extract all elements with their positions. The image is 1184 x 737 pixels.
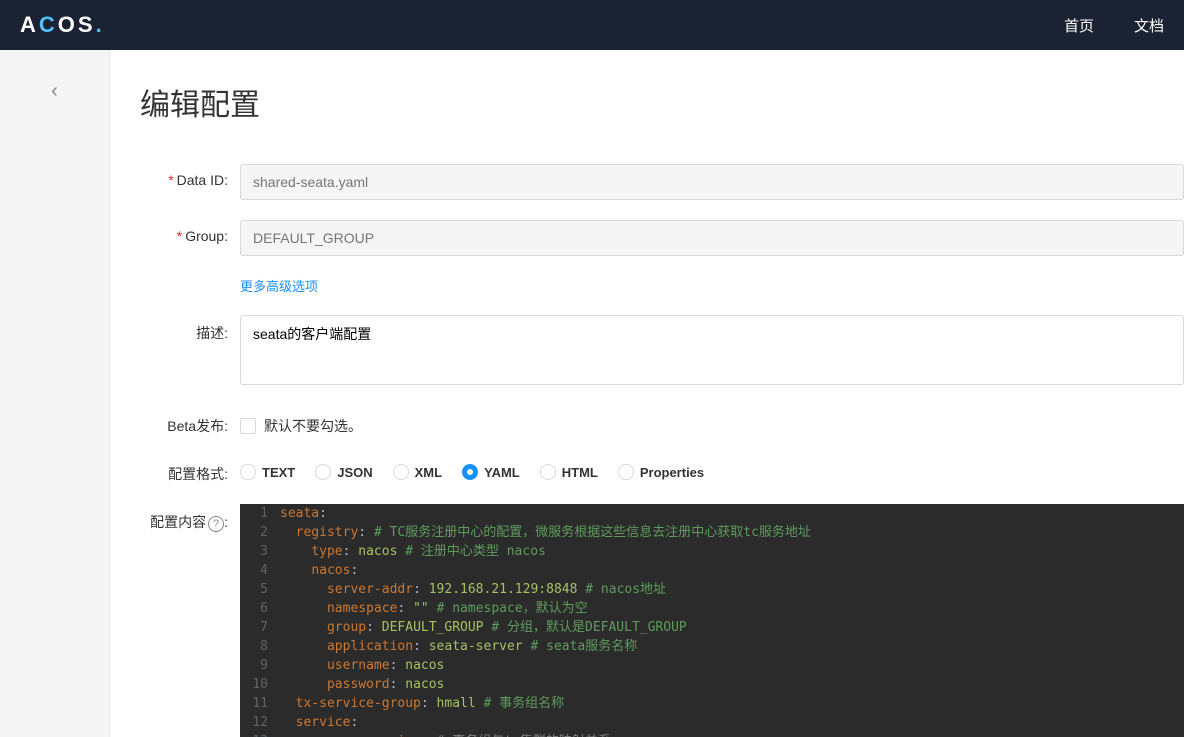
label-format: 配置格式: <box>140 456 240 484</box>
input-group[interactable] <box>240 220 1184 256</box>
line-content: vgroup-mapping: # 事务组与tc集群的映射关系 <box>280 732 1184 737</box>
logo-char: A <box>20 12 37 38</box>
sidebar-collapsed: ‹ <box>0 50 110 737</box>
code-line: 8 application: seata-server # seata服务名称 <box>240 637 1184 656</box>
nav-docs[interactable]: 文档 <box>1134 15 1164 36</box>
row-more: 更多高级选项 <box>140 276 1184 295</box>
radio-group-format: TEXT JSON XML YAML HTML Properties <box>240 456 1184 480</box>
label-description: 描述: <box>140 315 240 343</box>
radio-format-xml[interactable]: XML <box>393 464 442 480</box>
radio-label: HTML <box>562 465 598 480</box>
code-editor[interactable]: 1seata:2 registry: # TC服务注册中心的配置，微服务根据这些… <box>240 504 1184 737</box>
content-wrapper: ‹ 编辑配置 *Data ID: *Group: 更多高级选项 描述: <box>0 50 1184 737</box>
row-format: 配置格式: TEXT JSON XML YAML HTML Properties <box>140 456 1184 484</box>
line-number: 10 <box>240 675 280 694</box>
input-data-id[interactable] <box>240 164 1184 200</box>
line-content: group: DEFAULT_GROUP # 分组，默认是DEFAULT_GRO… <box>280 618 1184 637</box>
line-number: 5 <box>240 580 280 599</box>
radio-label: YAML <box>484 465 520 480</box>
code-line: 13 vgroup-mapping: # 事务组与tc集群的映射关系 <box>240 732 1184 737</box>
beta-hint: 默认不要勾选。 <box>264 416 362 436</box>
line-number: 13 <box>240 732 280 737</box>
line-content: namespace: "" # namespace，默认为空 <box>280 599 1184 618</box>
nav-links: 首页 文档 <box>1064 15 1164 36</box>
chevron-left-icon[interactable]: ‹ <box>51 80 58 103</box>
top-bar: A C O S . 首页 文档 <box>0 0 1184 50</box>
main: 编辑配置 *Data ID: *Group: 更多高级选项 描述: <box>110 50 1184 737</box>
line-content: tx-service-group: hmall # 事务组名称 <box>280 694 1184 713</box>
line-number: 12 <box>240 713 280 732</box>
code-line: 10 password: nacos <box>240 675 1184 694</box>
line-number: 8 <box>240 637 280 656</box>
radio-icon <box>240 464 256 480</box>
link-more-options[interactable]: 更多高级选项 <box>240 279 318 294</box>
radio-icon <box>393 464 409 480</box>
code-line: 2 registry: # TC服务注册中心的配置，微服务根据这些信息去注册中心… <box>240 523 1184 542</box>
line-content: seata: <box>280 504 1184 523</box>
row-beta: Beta发布: 默认不要勾选。 <box>140 408 1184 436</box>
line-number: 3 <box>240 542 280 561</box>
line-number: 11 <box>240 694 280 713</box>
radio-format-properties[interactable]: Properties <box>618 464 704 480</box>
row-group: *Group: <box>140 220 1184 256</box>
label-group: *Group: <box>140 220 240 244</box>
code-line: 9 username: nacos <box>240 656 1184 675</box>
radio-label: Properties <box>640 465 704 480</box>
code-line: 7 group: DEFAULT_GROUP # 分组，默认是DEFAULT_G… <box>240 618 1184 637</box>
radio-icon <box>618 464 634 480</box>
radio-format-json[interactable]: JSON <box>315 464 372 480</box>
radio-label: JSON <box>337 465 372 480</box>
code-line: 12 service: <box>240 713 1184 732</box>
code-line: 3 type: nacos # 注册中心类型 nacos <box>240 542 1184 561</box>
radio-format-text[interactable]: TEXT <box>240 464 295 480</box>
logo-char: . <box>96 12 103 38</box>
row-data-id: *Data ID: <box>140 164 1184 200</box>
radio-icon <box>540 464 556 480</box>
help-icon[interactable]: ? <box>208 516 224 532</box>
line-content: registry: # TC服务注册中心的配置，微服务根据这些信息去注册中心获取… <box>280 523 1184 542</box>
radio-icon <box>315 464 331 480</box>
logo-char: C <box>39 12 56 38</box>
page-title: 编辑配置 <box>140 80 1184 124</box>
line-content: application: seata-server # seata服务名称 <box>280 637 1184 656</box>
code-line: 6 namespace: "" # namespace，默认为空 <box>240 599 1184 618</box>
line-number: 7 <box>240 618 280 637</box>
line-content: password: nacos <box>280 675 1184 694</box>
code-line: 5 server-addr: 192.168.21.129:8848 # nac… <box>240 580 1184 599</box>
row-content: 配置内容?: 1seata:2 registry: # TC服务注册中心的配置，… <box>140 504 1184 737</box>
line-content: type: nacos # 注册中心类型 nacos <box>280 542 1184 561</box>
radio-format-html[interactable]: HTML <box>540 464 598 480</box>
line-number: 6 <box>240 599 280 618</box>
line-content: username: nacos <box>280 656 1184 675</box>
radio-icon <box>462 464 478 480</box>
checkbox-beta[interactable] <box>240 418 256 434</box>
logo-char: O <box>58 12 76 38</box>
code-line: 4 nacos: <box>240 561 1184 580</box>
line-number: 2 <box>240 523 280 542</box>
line-number: 9 <box>240 656 280 675</box>
logo-char: S <box>78 12 94 38</box>
line-number: 4 <box>240 561 280 580</box>
line-number: 1 <box>240 504 280 523</box>
line-content: service: <box>280 713 1184 732</box>
code-line: 1seata: <box>240 504 1184 523</box>
nav-home[interactable]: 首页 <box>1064 15 1094 36</box>
label-beta: Beta发布: <box>140 408 240 436</box>
code-line: 11 tx-service-group: hmall # 事务组名称 <box>240 694 1184 713</box>
line-content: nacos: <box>280 561 1184 580</box>
label-content: 配置内容?: <box>140 504 240 532</box>
radio-label: TEXT <box>262 465 295 480</box>
logo: A C O S . <box>20 12 103 38</box>
textarea-description[interactable] <box>240 315 1184 385</box>
label-data-id: *Data ID: <box>140 164 240 188</box>
radio-label: XML <box>415 465 442 480</box>
radio-format-yaml[interactable]: YAML <box>462 464 520 480</box>
row-description: 描述: <box>140 315 1184 388</box>
line-content: server-addr: 192.168.21.129:8848 # nacos… <box>280 580 1184 599</box>
